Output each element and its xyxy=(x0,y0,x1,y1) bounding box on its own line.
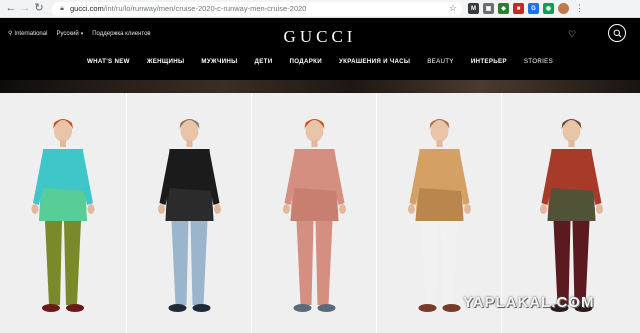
figure-shape xyxy=(296,221,314,305)
hero-image-strip xyxy=(0,80,640,93)
address-bar[interactable]: 🔒︎ gucci.com/int/ru/lo/runway/men/cruise… xyxy=(52,1,462,16)
site-header: ⚲ International Русский ▾ Поддержка клие… xyxy=(0,18,640,80)
figure-shape xyxy=(442,304,461,312)
figure-shape xyxy=(540,204,547,214)
nav-item[interactable]: ИНТЕРЬЕР xyxy=(471,58,507,65)
figure-shape xyxy=(283,204,290,214)
nav-item[interactable]: ПОДАРКИ xyxy=(289,58,322,65)
main-navigation: WHAT'S NEW ЖЕНЩИНЫ МУЖЧИНЫ ДЕТИ ПОДАРКИ УКРАШ… xyxy=(0,58,640,65)
figure-shape xyxy=(39,188,87,221)
forward-arrow-icon[interactable]: → xyxy=(18,2,32,16)
figure-shape xyxy=(60,140,66,147)
model-figure xyxy=(31,119,95,312)
figure-shape xyxy=(64,221,81,305)
search-icon xyxy=(613,29,621,37)
figure-shape xyxy=(165,188,214,221)
extension-icon[interactable]: ◉ xyxy=(543,3,554,14)
figure-shape xyxy=(214,204,221,214)
nav-item[interactable]: BEAUTY xyxy=(427,58,454,65)
figure-shape xyxy=(464,204,471,214)
figure-shape xyxy=(192,304,211,312)
figure-shape xyxy=(339,204,346,214)
extension-icon[interactable]: M xyxy=(468,3,479,14)
figure-shape xyxy=(315,221,333,305)
figure-shape xyxy=(168,304,187,312)
figure-shape xyxy=(440,221,458,305)
extension-icon[interactable]: ■ xyxy=(513,3,524,14)
figure-shape xyxy=(293,304,312,312)
figure-shape xyxy=(42,304,60,312)
profile-avatar[interactable] xyxy=(558,3,569,14)
figure-shape xyxy=(45,221,62,305)
nav-item[interactable]: ЖЕНЩИНЫ xyxy=(147,58,185,65)
figure-shape xyxy=(408,204,415,214)
nav-item[interactable]: ДЕТИ xyxy=(255,58,273,65)
browser-toolbar: ← → ↻ 🔒︎ gucci.com/int/ru/lo/runway/men/… xyxy=(0,0,640,18)
figure-shape xyxy=(317,304,336,312)
back-arrow-icon[interactable]: ← xyxy=(4,2,18,16)
url-host: gucci.com xyxy=(70,4,104,13)
nav-item[interactable]: МУЖЧИНЫ xyxy=(201,58,237,65)
wishlist-heart-icon[interactable]: ♡ xyxy=(568,29,576,40)
extensions-row: M ▣ ◆ ■ G ◉ xyxy=(468,3,554,14)
lock-icon[interactable]: 🔒︎ xyxy=(58,5,66,13)
model-figure xyxy=(283,119,346,312)
reload-icon[interactable]: ↻ xyxy=(32,2,46,16)
figure-shape xyxy=(311,140,318,147)
figure-shape xyxy=(66,304,84,312)
search-button[interactable] xyxy=(608,24,626,42)
figure-shape xyxy=(186,140,193,147)
figure-shape xyxy=(596,204,603,214)
extension-icon[interactable]: G xyxy=(528,3,539,14)
look-card[interactable] xyxy=(0,93,126,333)
figure-shape xyxy=(190,221,208,305)
bookmark-star-icon[interactable]: ☆ xyxy=(449,3,457,14)
look-card[interactable] xyxy=(251,93,376,333)
model-figure xyxy=(158,119,221,312)
figure-shape xyxy=(547,188,596,221)
figure-shape xyxy=(158,204,165,214)
more-menu-icon[interactable]: ⋮ xyxy=(575,3,584,14)
figure-shape xyxy=(436,140,443,147)
figure-shape xyxy=(87,204,95,214)
figure-shape xyxy=(415,188,464,221)
url-path: /int/ru/lo/runway/men/cruise-2020-c-runw… xyxy=(103,4,307,13)
nav-item[interactable]: STORIES xyxy=(524,58,553,65)
figure-shape xyxy=(568,140,575,147)
look-card[interactable] xyxy=(126,93,251,333)
figure-shape xyxy=(31,204,39,214)
figure-shape xyxy=(421,221,439,305)
gucci-logo[interactable]: GUCCI xyxy=(0,27,640,47)
figure-shape xyxy=(171,221,189,305)
extension-icon[interactable]: ◆ xyxy=(498,3,509,14)
figure-shape xyxy=(418,304,437,312)
nav-item[interactable]: УКРАШЕНИЯ И ЧАСЫ xyxy=(339,58,410,65)
nav-item[interactable]: WHAT'S NEW xyxy=(87,58,130,65)
figure-shape xyxy=(290,188,339,221)
watermark: YAPLAKAL.COM xyxy=(463,293,595,311)
extension-icon[interactable]: ▣ xyxy=(483,3,494,14)
